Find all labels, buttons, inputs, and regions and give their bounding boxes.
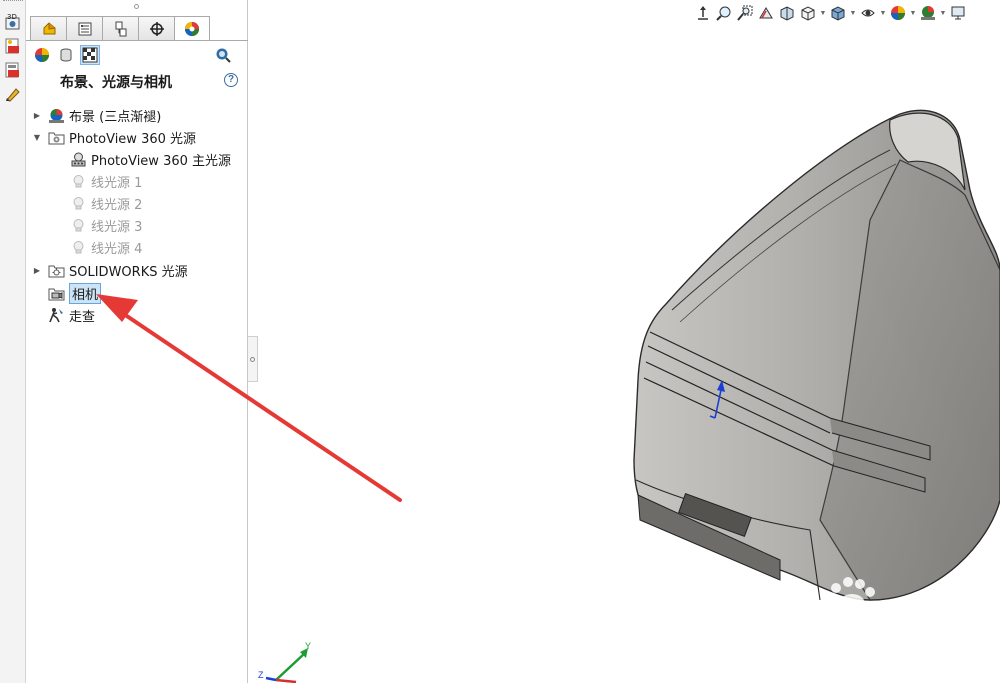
tree-item-label: 相机 — [69, 282, 102, 304]
display-subtoolbar — [32, 45, 100, 65]
tree-item-label: SOLIDWORKS 光源 — [69, 264, 188, 280]
tree-item-solidworks-lights[interactable]: ▶ SOLIDWORKS 光源 — [32, 260, 188, 280]
chevron-down-icon[interactable]: ▼ — [910, 3, 917, 23]
zoom-to-area-icon[interactable] — [736, 3, 754, 23]
strip-grip[interactable] — [3, 0, 23, 4]
decals-icon — [60, 48, 72, 62]
zoom-to-fit-icon[interactable] — [715, 3, 733, 23]
tree-item-directional-light-4[interactable]: 线光源 4 — [70, 237, 142, 257]
tree-item-scene[interactable]: ▶ 布景 (三点渐褪) — [32, 105, 161, 125]
apply-scene-icon[interactable] — [919, 3, 937, 23]
scenes-lights-cameras-button[interactable] — [80, 45, 100, 65]
primary-light-icon — [70, 151, 87, 168]
directional-light-icon — [70, 217, 87, 234]
camera-icon — [48, 285, 65, 302]
panel-splitter[interactable] — [248, 336, 258, 382]
tab-feature-manager[interactable] — [30, 16, 66, 41]
directional-light-icon — [70, 195, 87, 212]
display-style-icon[interactable] — [859, 3, 877, 23]
tab-dimxpert[interactable] — [138, 16, 174, 41]
tree-item-primary-light[interactable]: PhotoView 360 主光源 — [70, 149, 231, 169]
directional-light-icon — [70, 239, 87, 256]
view-orientation-triad-icon[interactable] — [694, 3, 712, 23]
splitter-grip — [250, 357, 255, 362]
decals-button[interactable] — [56, 45, 76, 65]
tab-divider — [26, 40, 248, 41]
tree-item-walkthrough[interactable]: 走查 — [48, 305, 95, 325]
display-manager-icon — [185, 21, 199, 36]
configuration-manager-icon — [115, 21, 126, 36]
dimxpert-icon — [149, 21, 164, 36]
chevron-down-icon[interactable]: ▼ — [880, 3, 887, 23]
tree-item-label: 走查 — [69, 309, 96, 325]
tree-item-label: 布景 (三点渐褪) — [69, 109, 162, 125]
scene-icon — [48, 107, 65, 124]
watermark-paw-icon — [831, 577, 875, 614]
view-settings-icon[interactable] — [949, 3, 967, 23]
tree-item-label: 线光源 3 — [91, 219, 143, 235]
tab-display-manager[interactable] — [174, 16, 210, 41]
chevron-down-icon[interactable]: ▼ — [820, 3, 827, 23]
panel-grip[interactable] — [134, 4, 139, 9]
coordinate-triad: Y Z — [258, 641, 311, 683]
tree-item-label: 线光源 4 — [91, 241, 143, 257]
search-appearances-icon[interactable] — [214, 46, 232, 64]
tab-property-manager[interactable] — [66, 16, 102, 41]
tree-item-label: PhotoView 360 主光源 — [91, 153, 232, 169]
render-tools-icon[interactable] — [3, 36, 23, 56]
edit-appearance-icon[interactable] — [3, 84, 23, 104]
dynamic-annotation-icon[interactable] — [799, 3, 817, 23]
feature-manager-icon — [43, 21, 55, 34]
section-view-icon[interactable] — [778, 3, 796, 23]
chevron-down-icon[interactable]: ▼ — [940, 3, 947, 23]
photoview-lights-folder-icon — [48, 129, 65, 146]
chevron-down-icon[interactable]: ▼ — [850, 3, 857, 23]
hide-show-items-icon[interactable] — [889, 3, 907, 23]
property-manager-icon — [78, 22, 91, 35]
render-queue-icon[interactable] — [3, 60, 23, 80]
expand-arrow-icon[interactable]: ▶ — [32, 265, 42, 275]
walkthrough-icon — [48, 307, 65, 324]
z-axis-label: Z — [258, 670, 264, 680]
tree-item-photoview-lights[interactable]: ▼ PhotoView 360 光源 — [32, 127, 196, 147]
scenes-lights-cameras-icon — [82, 47, 98, 63]
tree-item-label: PhotoView 360 光源 — [69, 131, 197, 147]
view-orientation-icon[interactable] — [829, 3, 847, 23]
tree-item-label: 线光源 2 — [91, 197, 143, 213]
svg-text:3D: 3D — [7, 13, 17, 21]
collapse-arrow-icon[interactable]: ▼ — [32, 132, 42, 142]
previous-view-icon[interactable] — [757, 3, 775, 23]
3d-model-viewport[interactable] — [620, 100, 1000, 620]
tab-configuration-manager[interactable] — [102, 16, 138, 41]
manager-tabs — [30, 16, 210, 41]
panel-title: 布景、光源与相机 — [60, 75, 172, 91]
expand-arrow-icon[interactable]: ▶ — [32, 110, 42, 120]
y-axis-label: Y — [305, 641, 311, 651]
3d-view-icon[interactable]: 3D — [3, 12, 23, 32]
directional-light-icon — [70, 173, 87, 190]
heads-up-view-toolbar: ▼ ▼ ▼ ▼ ▼ — [694, 2, 967, 24]
tree-item-directional-light-2[interactable]: 线光源 2 — [70, 193, 142, 213]
appearances-icon — [35, 48, 49, 62]
help-icon[interactable]: ? — [224, 73, 238, 87]
appearances-button[interactable] — [32, 45, 52, 65]
tree-item-camera[interactable]: 相机 — [48, 282, 102, 304]
tree-item-directional-light-1[interactable]: 线光源 1 — [70, 171, 142, 191]
solidworks-lights-folder-icon — [48, 262, 65, 279]
tree-item-label: 线光源 1 — [91, 175, 143, 191]
tree-item-directional-light-3[interactable]: 线光源 3 — [70, 215, 142, 235]
task-strip: 3D — [0, 0, 26, 683]
display-manager-panel: 布景、光源与相机 ? ▶ 布景 (三点渐褪) ▼ PhotoView 360 光… — [26, 0, 248, 683]
